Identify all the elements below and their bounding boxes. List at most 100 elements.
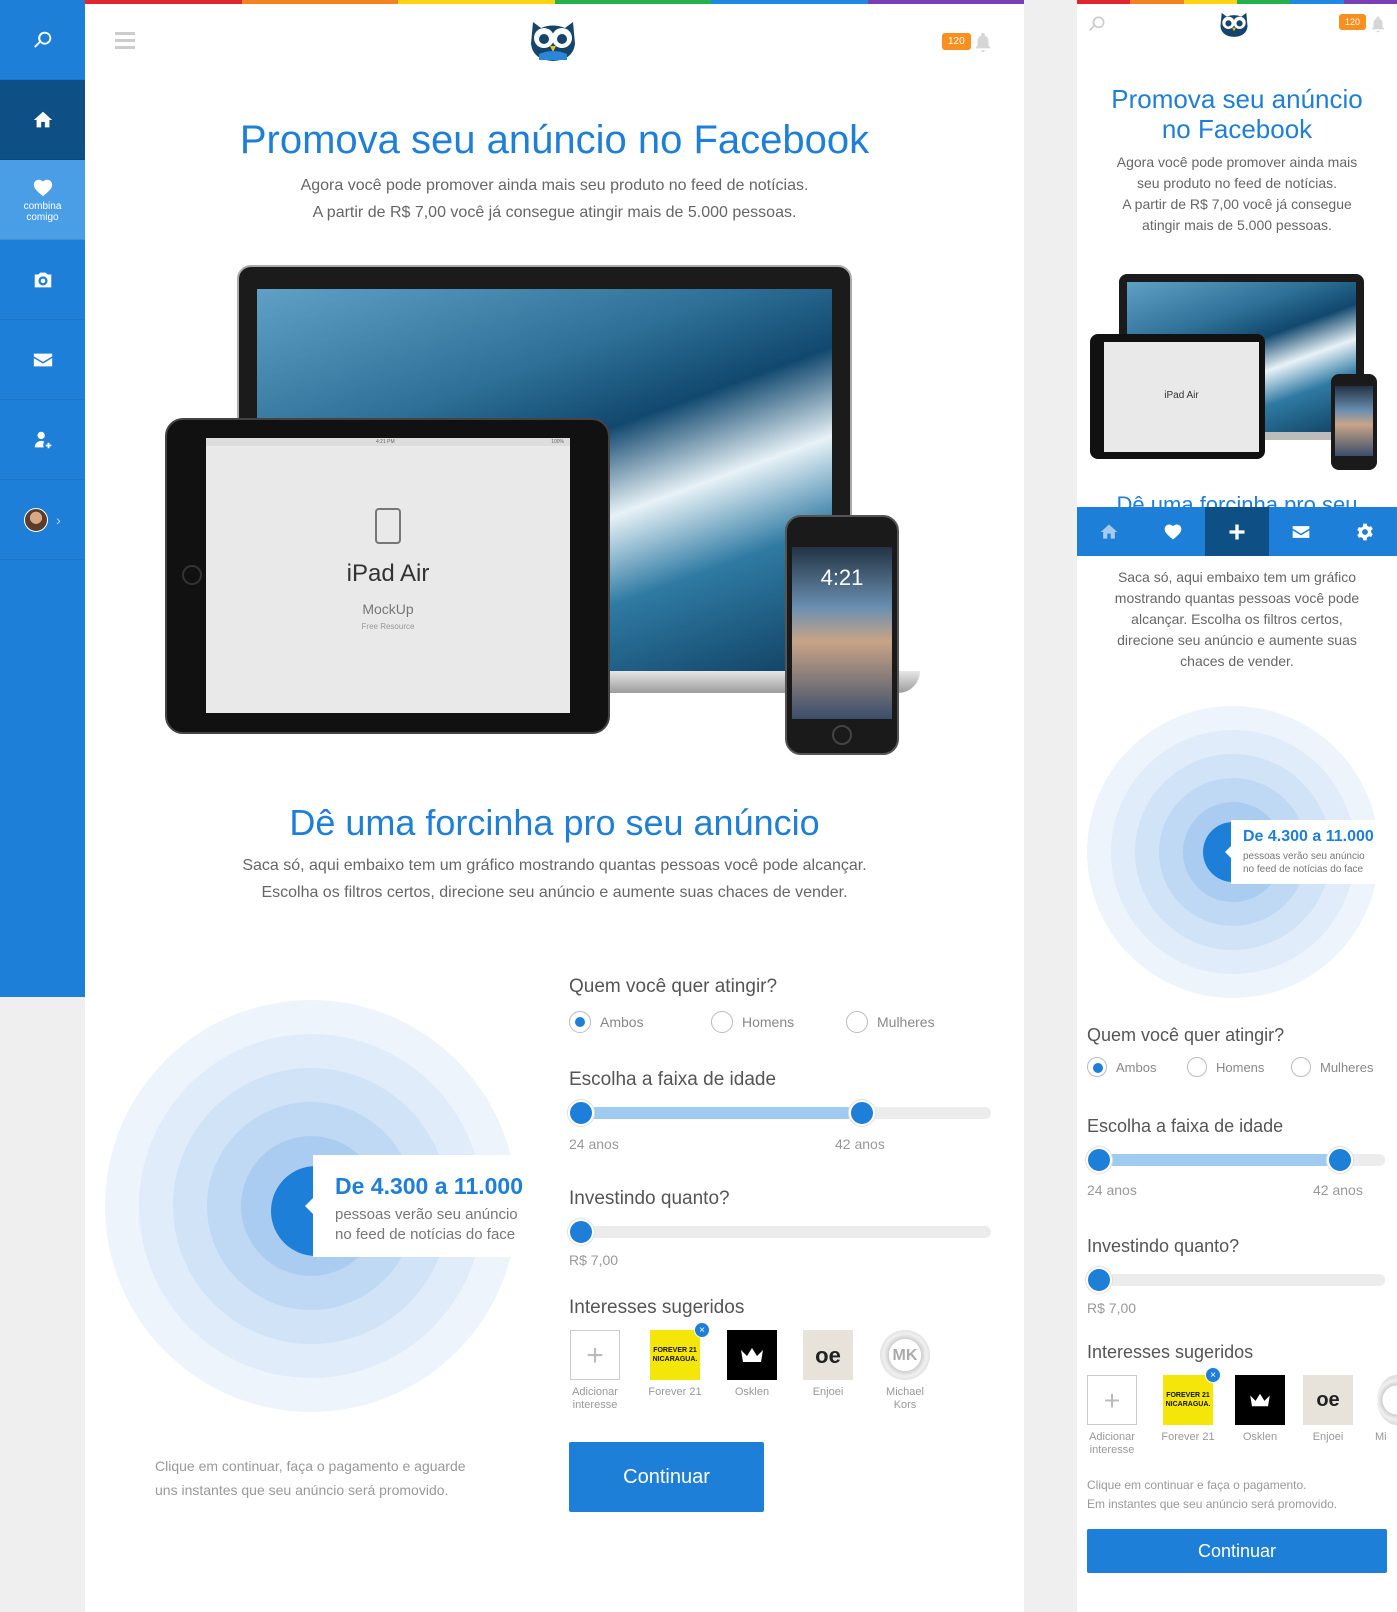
radio-mulheres[interactable]: Mulheres [1291,1057,1373,1077]
add-interest-button[interactable]: + Adicionar interesse [569,1330,621,1412]
crown-icon [1235,1375,1285,1425]
remove-interest-icon[interactable]: × [1205,1367,1221,1383]
mobile-footer-note: Clique em continuar e faça o pagamento. E… [1087,1478,1338,1511]
interest-osklen[interactable]: Osklen [1233,1375,1287,1444]
mobile-age-max-value: 42 anos [1313,1182,1363,1198]
iphone-screen-image: 4:21 [792,547,892,719]
target-label: Quem você quer atingir? [569,976,778,997]
tab-settings[interactable] [1333,507,1397,556]
plus-icon [1229,524,1245,539]
interest-forever21[interactable]: FOREVER 21 NICARAGUA. Forever 21 × [1161,1367,1221,1444]
interest-enjoei[interactable]: oe Enjoei [1301,1375,1355,1444]
search-icon[interactable] [1087,14,1107,34]
reach-callout: De 4.300 a 11.000 pessoas verão seu anún… [305,1155,543,1257]
radio-ambos[interactable]: Ambos [1087,1057,1187,1077]
notification-badge[interactable]: 120 [942,33,971,50]
sidebar-item-profile[interactable]: › [0,480,85,560]
invest-slider-track[interactable] [571,1226,991,1238]
radio-mulheres[interactable]: Mulheres [846,1011,935,1033]
continue-button[interactable]: Continuar [569,1442,764,1512]
home-icon [33,111,52,127]
mobile-page-subtitle: Agora você pode promover ainda mais seu p… [1116,154,1358,233]
age-max-value: 42 anos [835,1136,885,1152]
sidebar-item-search[interactable] [0,0,85,80]
age-min-handle[interactable] [568,1100,594,1126]
radio-homens[interactable]: Homens [711,1011,846,1033]
mobile-rainbow-bar [1077,0,1397,4]
age-max-handle[interactable] [849,1100,875,1126]
main-content: 120 Promova seu anúncio no Facebook Agor… [85,0,1024,1612]
mobile-ipad-screen: iPad Air [1104,342,1259,452]
mobile-age-max-handle[interactable] [1327,1147,1353,1173]
tab-add[interactable] [1205,507,1269,556]
sidebar-item-add-user[interactable] [0,400,85,480]
ipad-screen: 4:21 PM 100% iPad Air MockUp Free Resour… [206,438,570,713]
radio-ambos[interactable]: Ambos [569,1011,711,1033]
heart-icon [33,179,52,196]
mobile-continue-button[interactable]: Continuar [1087,1529,1387,1573]
search-icon [33,31,51,48]
ipad-time: 4:21 PM [376,439,395,445]
interest-forever21[interactable]: FOREVER 21 NICARAGUA. Forever 21 × [647,1322,710,1399]
mobile-interests-label: Interesses sugeridos [1087,1342,1254,1362]
menu-icon[interactable] [115,32,135,50]
camera-icon [34,272,51,287]
ipad-small-text: Free Resource [361,622,415,631]
mobile-invest-handle[interactable] [1086,1267,1112,1293]
invest-value: R$ 7,00 [569,1252,619,1268]
mobile-invest-label: Investindo quanto? [1087,1236,1240,1256]
add-user-icon [34,431,51,448]
interests-label: Interesses sugeridos [569,1297,745,1318]
invest-handle[interactable] [568,1219,594,1245]
ipad-title: iPad Air [346,560,430,587]
sidebar: combina comigo › [0,0,85,997]
owl-logo[interactable] [527,18,579,62]
owl-logo[interactable] [1218,10,1250,38]
chevron-right-icon: › [56,511,61,528]
interest-osklen[interactable]: Osklen [725,1330,779,1399]
mobile-target-radio-group: Ambos Homens Mulheres [1087,1057,1373,1077]
remove-interest-icon[interactable]: × [694,1322,710,1338]
mobile-age-min-handle[interactable] [1086,1147,1112,1173]
sidebar-item-camera[interactable] [0,240,85,320]
mobile-invest-value: R$ 7,00 [1087,1300,1137,1316]
gear-icon [1357,523,1373,540]
footer-note: Clique em continuar, faça o pagamento e … [155,1458,466,1498]
ipad-home-button [182,565,202,585]
plus-icon: + [1087,1375,1137,1425]
invest-label: Investindo quanto? [569,1188,730,1209]
tab-messages[interactable] [1269,507,1333,556]
page-subtitle: Agora você pode promover ainda mais seu … [300,177,809,221]
bell-icon[interactable] [1369,14,1387,34]
tab-home[interactable] [1077,507,1141,556]
forever21-logo: FOREVER 21 NICARAGUA. [650,1330,700,1380]
heart-icon [1164,524,1182,539]
iphone-time: 4:21 [820,565,864,590]
home-icon [1100,524,1118,539]
sidebar-item-home[interactable] [0,80,85,160]
interest-michael-kors[interactable]: MK Michael Kors [878,1330,932,1412]
mail-icon [33,353,52,366]
ipad-battery: 100% [551,439,564,445]
plus-icon: + [570,1330,620,1380]
age-slider-track[interactable] [571,1107,991,1119]
age-slider-range [581,1107,853,1119]
mobile-reach-callout: De 4.300 a 11.000 pessoas verão seu anún… [1225,820,1397,884]
tab-favorites[interactable] [1141,507,1205,556]
notification-badge[interactable]: 120 [1339,14,1367,30]
interest-enjoei[interactable]: oe Enjoei [801,1330,855,1399]
mobile-layout: 120 Promova seu anúncio no Facebook Agora… [1077,0,1397,1612]
desktop-layout: combina comigo › 120 Promova seu anúncio… [0,0,1024,1612]
mobile-target-label: Quem você quer atingir? [1087,1025,1285,1045]
crown-icon [727,1330,777,1380]
mobile-invest-slider-track[interactable] [1089,1274,1385,1286]
tablet-icon [375,508,401,544]
add-interest-button[interactable]: + Adicionar interesse [1087,1375,1137,1457]
sidebar-item-combina-comigo[interactable]: combina comigo [0,160,85,240]
target-radio-group: Ambos Homens Mulheres [569,1011,935,1033]
interest-michael-kors-partial[interactable]: Mi [1373,1375,1397,1444]
radio-homens[interactable]: Homens [1187,1057,1291,1077]
bell-icon[interactable] [972,30,994,54]
sidebar-item-messages[interactable] [0,320,85,400]
reach-description: pessoas verão seu anúncio no feed de notí… [335,1206,518,1243]
